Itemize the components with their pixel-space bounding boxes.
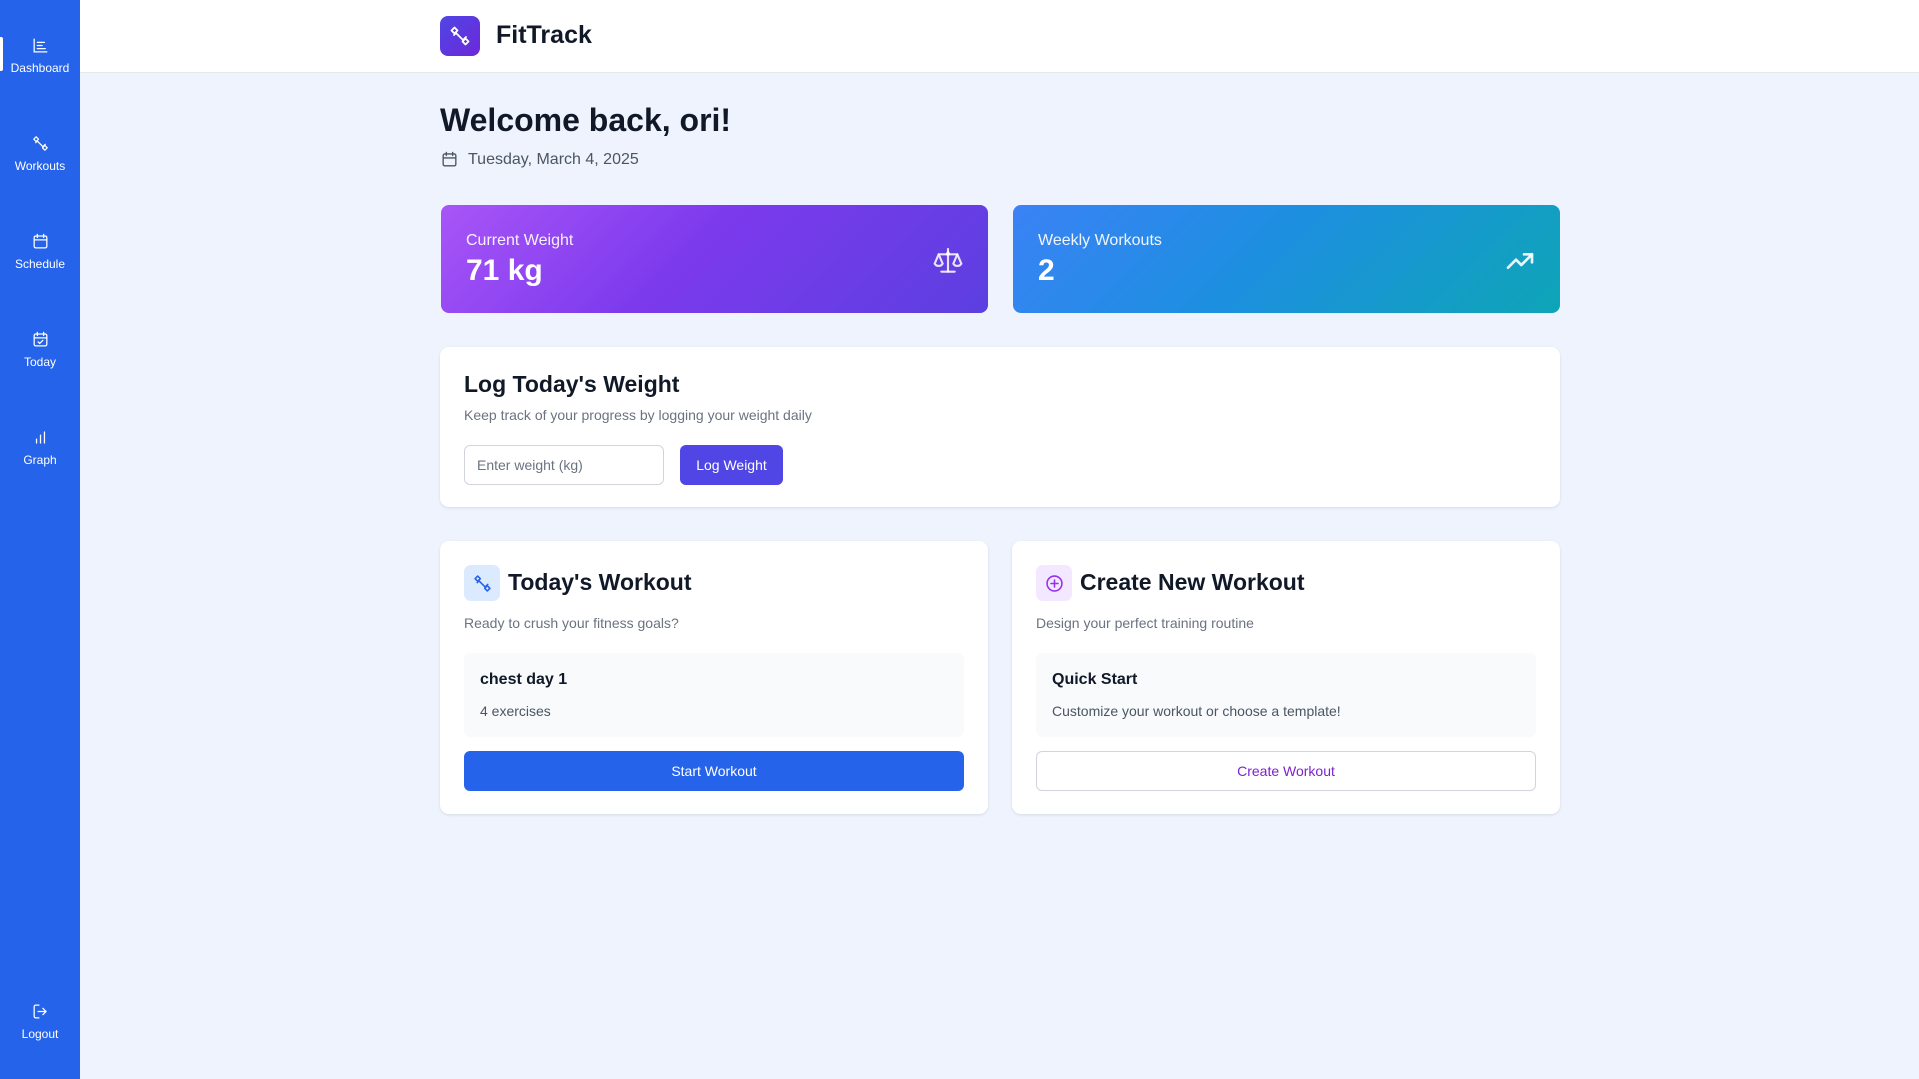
current-weight-label: Current Weight bbox=[466, 232, 574, 249]
current-date: Tuesday, March 4, 2025 bbox=[468, 150, 639, 168]
dumbbell-icon bbox=[473, 574, 491, 592]
sidebar-item-label: Graph bbox=[23, 452, 57, 467]
date-display: Tuesday, March 4, 2025 bbox=[440, 150, 639, 169]
start-workout-button[interactable]: Start Workout bbox=[464, 751, 964, 791]
log-weight-button[interactable]: Log Weight bbox=[680, 445, 783, 485]
trending-up-icon bbox=[1506, 253, 1534, 269]
todays-workout-icon-badge bbox=[464, 565, 500, 601]
bar-chart-icon bbox=[35, 430, 45, 444]
todays-workout-subtitle: Ready to crush your fitness goals? bbox=[464, 615, 679, 631]
logout-label: Logout bbox=[21, 1026, 59, 1041]
dashboard-icon bbox=[33, 38, 47, 52]
sidebar-item-graph[interactable]: Graph bbox=[0, 412, 80, 482]
weekly-workouts-label: Weekly Workouts bbox=[1038, 232, 1162, 249]
weekly-workouts-value: 2 bbox=[1038, 254, 1055, 287]
sidebar-item-label: Workouts bbox=[14, 158, 66, 173]
create-workout-icon-badge bbox=[1036, 565, 1072, 601]
workout-summary: chest day 1 4 exercises bbox=[464, 653, 964, 737]
weight-input[interactable] bbox=[464, 445, 664, 485]
sidebar-item-label: Schedule bbox=[14, 256, 66, 271]
exercise-count: 4 exercises bbox=[480, 703, 551, 719]
sidebar-item-label: Dashboard bbox=[10, 60, 70, 75]
app-title: FitTrack bbox=[496, 21, 592, 49]
quick-start-text: Customize your workout or choose a templ… bbox=[1052, 703, 1341, 719]
todays-workout-title: Today's Workout bbox=[508, 569, 692, 595]
quick-start-title: Quick Start bbox=[1052, 671, 1138, 688]
sidebar-item-today[interactable]: Today bbox=[0, 314, 80, 384]
create-workout-panel: Create New Workout Design your perfect t… bbox=[1012, 541, 1560, 814]
weekly-workouts-card: Weekly Workouts 2 bbox=[1013, 205, 1560, 313]
workout-name: chest day 1 bbox=[480, 671, 568, 688]
create-workout-subtitle: Design your perfect training routine bbox=[1036, 615, 1254, 631]
sidebar-item-schedule[interactable]: Schedule bbox=[0, 216, 80, 286]
sidebar-item-workouts[interactable]: Workouts bbox=[0, 118, 80, 188]
top-bar: FitTrack bbox=[80, 0, 1919, 73]
sidebar-item-dashboard[interactable]: Dashboard bbox=[0, 20, 80, 90]
sidebar: Dashboard Workouts Schedule Today Graph … bbox=[0, 0, 80, 1079]
calendar-check-icon bbox=[33, 331, 47, 346]
current-weight-value: 71 kg bbox=[466, 254, 543, 287]
page-title: Welcome back, ori! bbox=[440, 102, 732, 138]
calendar-icon bbox=[33, 233, 47, 248]
app-logo bbox=[440, 16, 480, 56]
dumbbell-icon bbox=[32, 135, 48, 151]
scale-icon bbox=[933, 247, 963, 273]
todays-workout-panel: Today's Workout Ready to crush your fitn… bbox=[440, 541, 988, 814]
log-weight-panel: Log Today's Weight Keep track of your pr… bbox=[440, 347, 1560, 507]
plus-circle-icon bbox=[1045, 574, 1063, 592]
log-weight-subtitle: Keep track of your progress by logging y… bbox=[464, 407, 812, 423]
create-workout-button[interactable]: Create Workout bbox=[1036, 751, 1536, 791]
create-workout-title: Create New Workout bbox=[1080, 569, 1305, 595]
current-weight-card: Current Weight 71 kg bbox=[441, 205, 988, 313]
logout-icon bbox=[33, 1004, 47, 1018]
sidebar-item-label: Today bbox=[23, 354, 57, 369]
logout-button[interactable]: Logout bbox=[0, 986, 80, 1056]
dumbbell-icon bbox=[450, 26, 470, 46]
calendar-icon bbox=[442, 151, 457, 167]
quick-start-box: Quick Start Customize your workout or ch… bbox=[1036, 653, 1536, 737]
log-weight-title: Log Today's Weight bbox=[464, 371, 680, 397]
